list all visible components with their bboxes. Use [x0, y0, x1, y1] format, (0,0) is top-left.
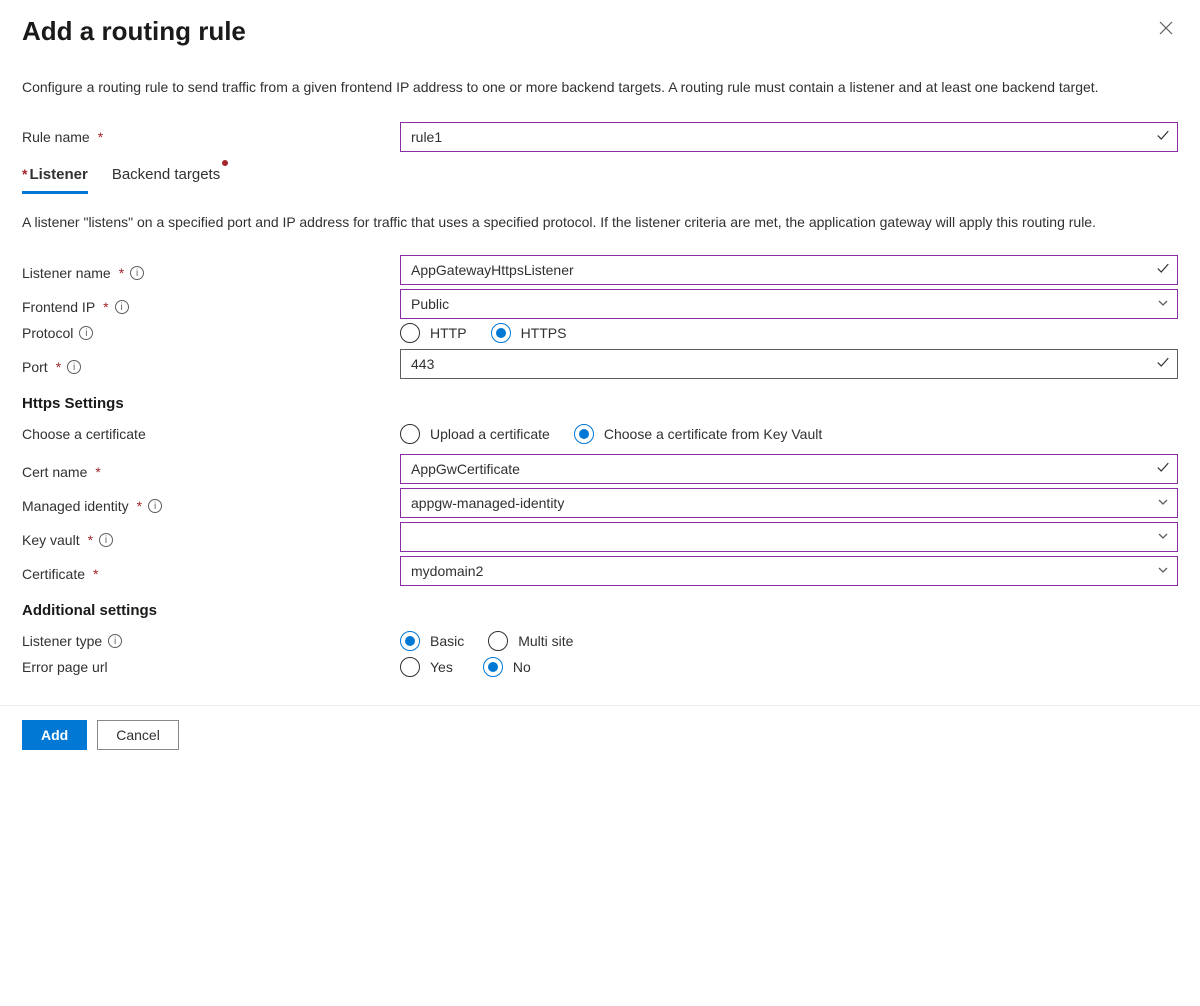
radio-icon: [400, 657, 420, 677]
tab-backend-targets[interactable]: Backend targets: [112, 162, 220, 191]
info-icon[interactable]: i: [108, 634, 122, 648]
radio-icon: [491, 323, 511, 343]
radio-multi-site[interactable]: Multi site: [488, 631, 573, 651]
label-certificate: Certificate*: [22, 566, 400, 582]
tab-listener[interactable]: *Listener: [22, 162, 88, 194]
label-listener-type: Listener type i: [22, 633, 400, 649]
radio-https[interactable]: HTTPS: [491, 323, 567, 343]
label-cert-name: Cert name*: [22, 464, 400, 480]
listener-type-radio-group: Basic Multi site: [400, 631, 1178, 651]
info-icon[interactable]: i: [130, 266, 144, 280]
add-button[interactable]: Add: [22, 720, 87, 750]
label-rule-name: Rule name*: [22, 129, 400, 145]
label-listener-name: Listener name* i: [22, 265, 400, 281]
frontend-ip-dropdown[interactable]: Public: [400, 289, 1178, 319]
info-icon[interactable]: i: [148, 499, 162, 513]
notification-dot: [222, 160, 228, 166]
radio-icon: [488, 631, 508, 651]
https-settings-header: Https Settings: [22, 395, 1178, 412]
managed-identity-dropdown[interactable]: appgw-managed-identity: [400, 488, 1178, 518]
info-icon[interactable]: i: [67, 360, 81, 374]
protocol-radio-group: HTTP HTTPS: [400, 323, 1178, 343]
radio-http[interactable]: HTTP: [400, 323, 467, 343]
radio-upload-certificate[interactable]: Upload a certificate: [400, 424, 550, 444]
error-page-url-radio-group: Yes No: [400, 657, 1178, 677]
radio-icon: [400, 424, 420, 444]
additional-settings-header: Additional settings: [22, 602, 1178, 619]
radio-icon: [574, 424, 594, 444]
label-key-vault: Key vault* i: [22, 532, 400, 548]
choose-cert-radio-group: Upload a certificate Choose a certificat…: [400, 424, 1178, 444]
rule-name-input[interactable]: [400, 122, 1178, 152]
info-icon[interactable]: i: [99, 533, 113, 547]
label-managed-identity: Managed identity* i: [22, 498, 400, 514]
tabs: *Listener Backend targets: [22, 162, 1178, 194]
label-frontend-ip: Frontend IP* i: [22, 299, 400, 315]
radio-icon: [400, 323, 420, 343]
close-button[interactable]: [1154, 16, 1178, 43]
radio-keyvault-certificate[interactable]: Choose a certificate from Key Vault: [574, 424, 822, 444]
chevron-down-icon: [1157, 495, 1169, 511]
radio-icon: [483, 657, 503, 677]
chevron-down-icon: [1157, 563, 1169, 579]
chevron-down-icon: [1157, 296, 1169, 312]
label-choose-certificate: Choose a certificate: [22, 426, 400, 442]
radio-basic[interactable]: Basic: [400, 631, 464, 651]
chevron-down-icon: [1157, 529, 1169, 545]
port-input[interactable]: [400, 349, 1178, 379]
info-icon[interactable]: i: [115, 300, 129, 314]
description-text: Configure a routing rule to send traffic…: [22, 77, 1178, 98]
cancel-button[interactable]: Cancel: [97, 720, 179, 750]
listener-description: A listener "listens" on a specified port…: [22, 212, 1178, 233]
label-port: Port* i: [22, 359, 400, 375]
radio-no[interactable]: No: [483, 657, 531, 677]
close-icon: [1158, 20, 1174, 36]
label-error-page-url: Error page url: [22, 659, 400, 675]
cert-name-input[interactable]: [400, 454, 1178, 484]
listener-name-input[interactable]: [400, 255, 1178, 285]
radio-icon: [400, 631, 420, 651]
certificate-dropdown[interactable]: mydomain2: [400, 556, 1178, 586]
label-protocol: Protocol i: [22, 325, 400, 341]
radio-yes[interactable]: Yes: [400, 657, 453, 677]
key-vault-dropdown[interactable]: [400, 522, 1178, 552]
info-icon[interactable]: i: [79, 326, 93, 340]
footer-actions: Add Cancel: [0, 705, 1200, 764]
page-title: Add a routing rule: [22, 16, 246, 47]
